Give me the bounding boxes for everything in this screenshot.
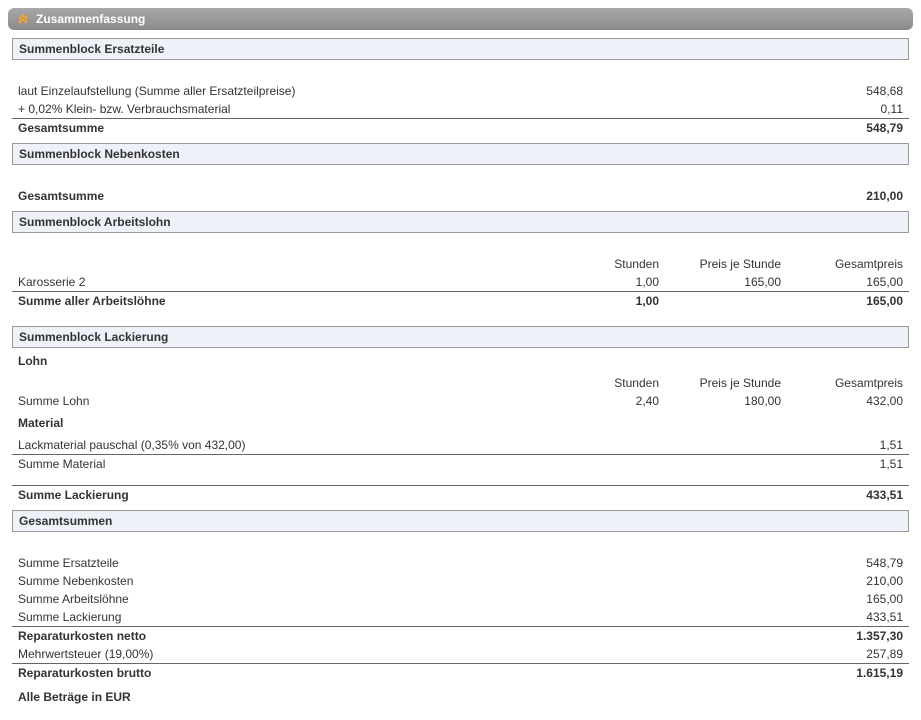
section-gesamtsummen-header: Gesamtsummen (12, 510, 909, 532)
summary-content: Summenblock Ersatzteile laut Einzelaufst… (8, 38, 913, 712)
nebenkosten-table: Gesamtsumme 210,00 (12, 169, 909, 205)
label: + 0,02% Klein- bzw. Verbrauchsmaterial (12, 100, 787, 119)
value: 548,68 (787, 82, 909, 100)
chevron-double-up-icon (16, 12, 30, 26)
table-row (12, 237, 909, 255)
stunden: 2,40 (543, 392, 665, 410)
table-row: + 0,02% Klein- bzw. Verbrauchsmaterial 0… (12, 100, 909, 119)
table-row-total: Summe aller Arbeitslöhne 1,00 165,00 (12, 292, 909, 311)
label: Summe Ersatzteile (12, 554, 787, 572)
table-row: Summe Nebenkosten 210,00 (12, 572, 909, 590)
table-row: Summe Ersatzteile 548,79 (12, 554, 909, 572)
col-gesamt: Gesamtpreis (787, 374, 909, 392)
table-row (12, 536, 909, 554)
value: 165,00 (787, 590, 909, 608)
label: Reparaturkosten netto (12, 627, 787, 646)
preis: 180,00 (665, 392, 787, 410)
value: 433,51 (787, 608, 909, 627)
section-lackierung-header: Summenblock Lackierung (12, 326, 909, 348)
table-row: Summe Arbeitslöhne 165,00 (12, 590, 909, 608)
table-row: Summe Lackierung 433,51 (12, 608, 909, 627)
label: Mehrwertsteuer (19,00%) (12, 645, 787, 664)
table-row-total: Summe Lackierung 433,51 (12, 486, 909, 505)
table-row: laut Einzelaufstellung (Summe aller Ersa… (12, 82, 909, 100)
lohn-subheader: Lohn (12, 348, 909, 370)
column-headers: Stunden Preis je Stunde Gesamtpreis (12, 255, 909, 273)
col-preis: Preis je Stunde (665, 374, 787, 392)
material-subheader: Material (12, 410, 909, 432)
gesamt: 165,00 (787, 292, 909, 311)
table-row-total: Gesamtsumme 548,79 (12, 119, 909, 138)
lackierung-material-table: Lackmaterial pauschal (0,35% von 432,00)… (12, 436, 909, 473)
value: 210,00 (787, 187, 909, 205)
value: 1.615,19 (787, 664, 909, 683)
table-row-total: Gesamtsumme 210,00 (12, 187, 909, 205)
value: 1,51 (787, 455, 909, 474)
currency-footnote: Alle Beträge in EUR (12, 682, 909, 712)
section-nebenkosten-header: Summenblock Nebenkosten (12, 143, 909, 165)
value: 0,11 (787, 100, 909, 119)
table-row-total: Summe Material 1,51 (12, 455, 909, 474)
ersatzteile-table: laut Einzelaufstellung (Summe aller Ersa… (12, 64, 909, 137)
arbeitslohn-table: Stunden Preis je Stunde Gesamtpreis Karo… (12, 237, 909, 310)
section-ersatzteile-header: Summenblock Ersatzteile (12, 38, 909, 60)
label: laut Einzelaufstellung (Summe aller Ersa… (12, 82, 787, 100)
stunden: 1,00 (543, 292, 665, 311)
label: Summe Lackierung (12, 486, 787, 505)
label: Summe Lohn (12, 392, 543, 410)
column-headers: Stunden Preis je Stunde Gesamtpreis (12, 374, 909, 392)
value: 548,79 (787, 554, 909, 572)
table-row: Karosserie 2 1,00 165,00 165,00 (12, 273, 909, 292)
value: 210,00 (787, 572, 909, 590)
label: Lackmaterial pauschal (0,35% von 432,00) (12, 436, 787, 455)
summary-header: Zusammenfassung (8, 8, 913, 30)
table-row-brutto: Reparaturkosten brutto 1.615,19 (12, 664, 909, 683)
label: Summe aller Arbeitslöhne (12, 292, 543, 311)
label: Summe Lackierung (12, 608, 787, 627)
col-stunden: Stunden (543, 255, 665, 273)
label: Summe Nebenkosten (12, 572, 787, 590)
label: Gesamtsumme (12, 187, 787, 205)
header-title: Zusammenfassung (36, 12, 145, 26)
table-row (12, 64, 909, 82)
label: Karosserie 2 (12, 273, 543, 292)
label: Summe Arbeitslöhne (12, 590, 787, 608)
gesamtsummen-table: Summe Ersatzteile 548,79 Summe Nebenkost… (12, 536, 909, 682)
stunden: 1,00 (543, 273, 665, 292)
section-arbeitslohn-header: Summenblock Arbeitslohn (12, 211, 909, 233)
table-row: Lackmaterial pauschal (0,35% von 432,00)… (12, 436, 909, 455)
label: Summe Material (12, 455, 787, 474)
lackierung-total-table: Summe Lackierung 433,51 (12, 485, 909, 504)
label: Gesamtsumme (12, 119, 787, 138)
gesamt: 432,00 (787, 392, 909, 410)
col-gesamt: Gesamtpreis (787, 255, 909, 273)
table-row-netto: Reparaturkosten netto 1.357,30 (12, 627, 909, 646)
preis: 165,00 (665, 273, 787, 292)
table-row: Mehrwertsteuer (19,00%) 257,89 (12, 645, 909, 664)
table-row: Summe Lohn 2,40 180,00 432,00 (12, 392, 909, 410)
label: Reparaturkosten brutto (12, 664, 787, 683)
value: 433,51 (787, 486, 909, 505)
value: 548,79 (787, 119, 909, 138)
value: 1.357,30 (787, 627, 909, 646)
col-stunden: Stunden (543, 374, 665, 392)
gesamt: 165,00 (787, 273, 909, 292)
value: 1,51 (787, 436, 909, 455)
lackierung-lohn-table: Stunden Preis je Stunde Gesamtpreis Summ… (12, 374, 909, 410)
value: 257,89 (787, 645, 909, 664)
col-preis: Preis je Stunde (665, 255, 787, 273)
table-row (12, 169, 909, 187)
